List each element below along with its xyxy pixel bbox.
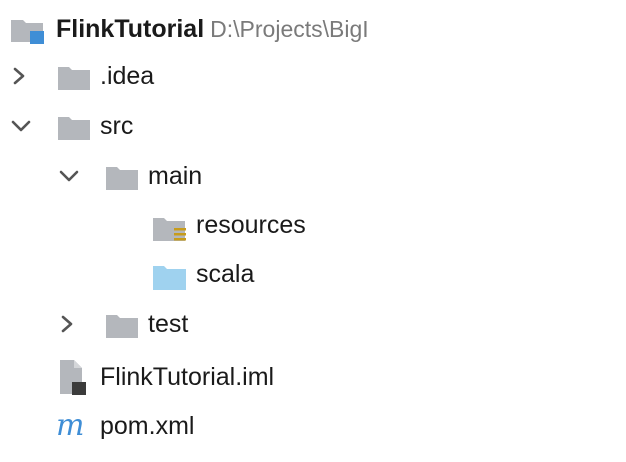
folder-icon <box>57 115 91 146</box>
tree-item-label: main <box>148 162 203 190</box>
maven-icon: m <box>56 408 85 443</box>
tree-item-iml-file[interactable]: FlinkTutorial.iml <box>0 354 626 398</box>
tree-item-pom[interactable]: m pom.xml <box>0 403 626 447</box>
tree-item-label: src <box>100 112 134 140</box>
source-folder-icon <box>152 264 188 297</box>
tree-item-src[interactable]: src <box>0 105 626 149</box>
folder-icon <box>105 165 139 196</box>
resources-folder-icon <box>152 214 192 251</box>
tree-item-resources[interactable]: resources <box>0 204 626 248</box>
tree-item-label: scala <box>196 260 255 288</box>
tree-item-label: pom.xml <box>100 412 195 440</box>
tree-item-label: resources <box>196 211 306 239</box>
chevron-down-icon[interactable] <box>56 163 80 189</box>
chevron-right-icon[interactable] <box>56 311 80 337</box>
tree-item-scala[interactable]: scala <box>0 253 626 297</box>
tree-item-test[interactable]: test <box>0 303 626 347</box>
tree-root-project[interactable]: FlinkTutorial D:\Projects\BigI <box>0 6 626 50</box>
chevron-right-icon[interactable] <box>8 63 32 89</box>
chevron-down-icon[interactable] <box>8 113 32 139</box>
project-folder-icon <box>10 16 46 51</box>
folder-icon <box>105 313 139 344</box>
module-file-icon <box>58 358 88 401</box>
tree-item-label: test <box>148 310 189 338</box>
project-name: FlinkTutorial <box>56 15 205 43</box>
tree-item-idea[interactable]: .idea <box>0 55 626 99</box>
project-path: D:\Projects\BigI <box>210 16 369 42</box>
tree-item-main[interactable]: main <box>0 155 626 199</box>
tree-item-label: FlinkTutorial.iml <box>100 363 275 391</box>
project-tree: FlinkTutorial D:\Projects\BigI .idea src … <box>0 0 626 462</box>
tree-item-label: .idea <box>100 62 155 90</box>
folder-icon <box>57 65 91 96</box>
